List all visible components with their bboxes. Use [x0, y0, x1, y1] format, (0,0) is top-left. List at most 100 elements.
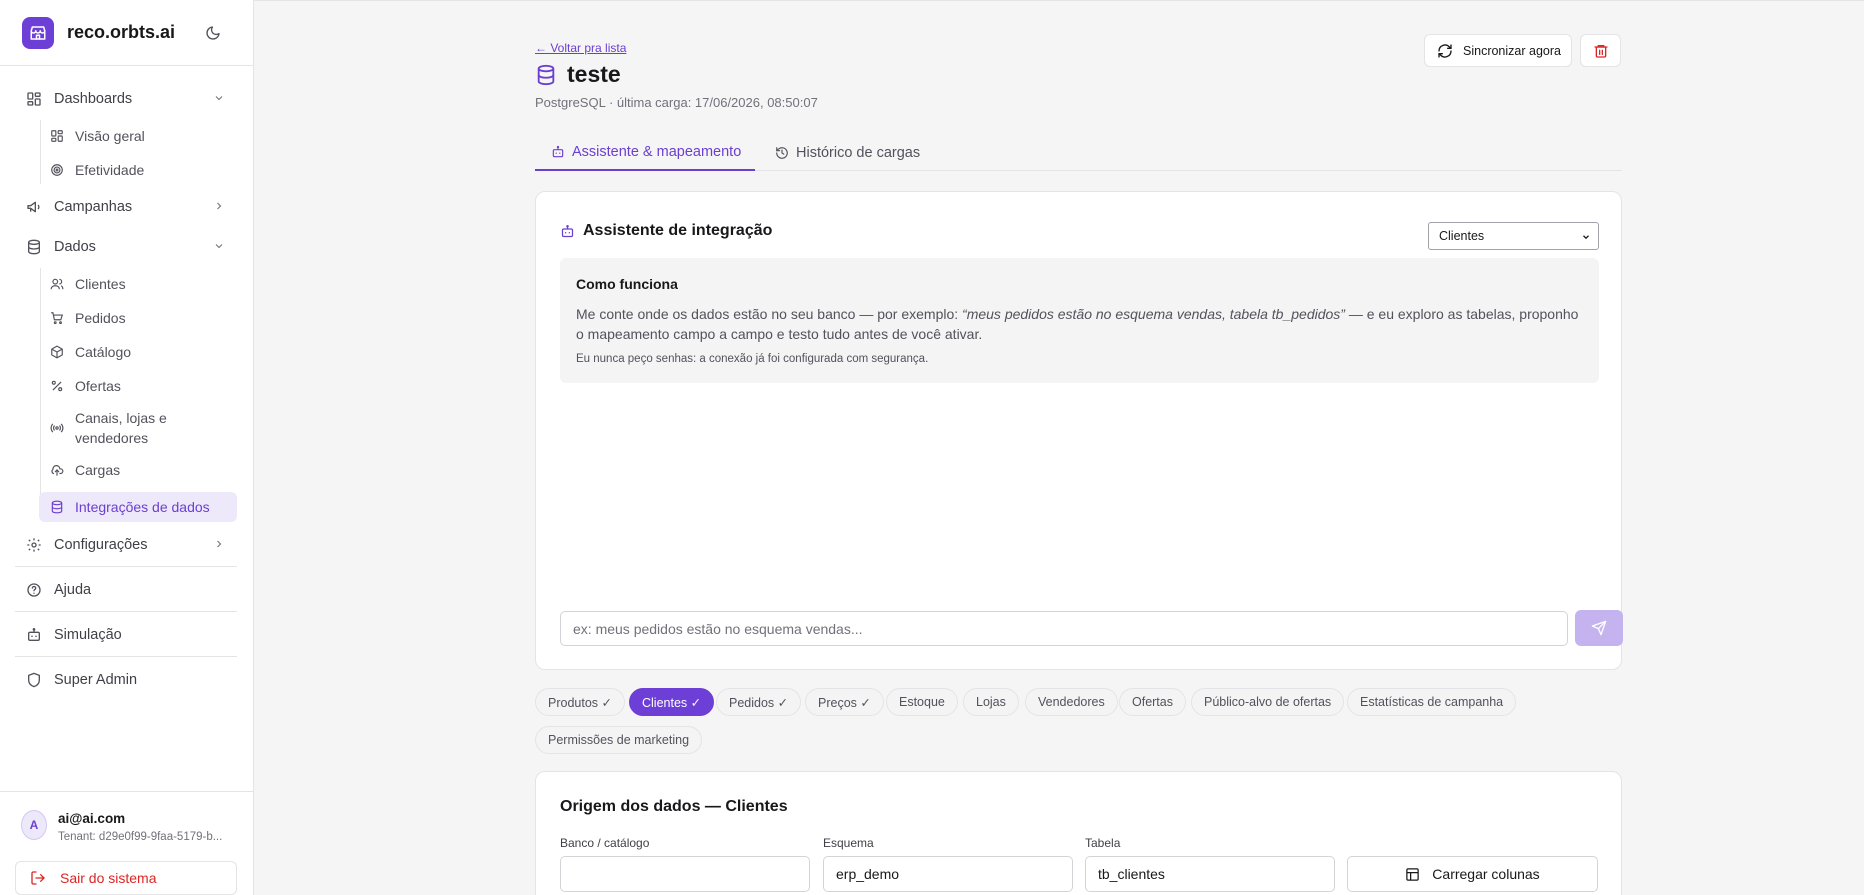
sidebar-item-canais[interactable]: Canais, lojas e vendedores	[39, 406, 237, 450]
info-box: Como funciona Me conte onde os dados est…	[560, 258, 1599, 383]
sidebar-item-label: Configurações	[54, 537, 148, 553]
assistant-header: Assistente de integração	[560, 222, 772, 240]
sidebar-item-label: Efetividade	[75, 162, 145, 178]
chevron-down-icon	[1581, 232, 1591, 242]
layout-grid-icon	[50, 129, 64, 143]
tab-bar: Assistente & mapeamento Histórico de car…	[535, 135, 1622, 171]
sidebar-item-label: Ajuda	[54, 582, 92, 598]
users-icon	[50, 277, 64, 291]
chevron-down-icon	[213, 240, 225, 252]
sidebar-item-label: Canais, lojas e vendedores	[75, 410, 167, 446]
sidebar-item-dados[interactable]: Dados	[15, 230, 237, 264]
brand-name: reco.orbts.ai	[67, 22, 176, 42]
sidebar-item-simulacao[interactable]: Simulação	[15, 618, 237, 652]
sidebar-item-ajuda[interactable]: Ajuda	[15, 573, 237, 607]
sidebar-item-label: Super Admin	[54, 672, 138, 688]
sidebar-item-dashboards[interactable]: Dashboards	[15, 82, 237, 116]
send-button[interactable]	[1575, 610, 1623, 646]
main-content: ← Voltar pra lista teste PostgreSQL · úl…	[254, 0, 1864, 895]
percent-icon	[50, 379, 64, 393]
sidebar-item-cargas[interactable]: Cargas	[39, 456, 237, 484]
radio-icon	[50, 421, 64, 435]
sidebar-item-label: Ofertas	[75, 378, 121, 394]
chip-vendedores[interactable]: Vendedores	[1025, 688, 1118, 716]
load-columns-button[interactable]: Carregar colunas	[1347, 856, 1598, 892]
entity-select[interactable]: Clientes	[1428, 222, 1599, 250]
esquema-input[interactable]: erp_demo	[823, 856, 1073, 892]
chevron-right-icon	[213, 538, 225, 550]
logout-button[interactable]: Sair do sistema	[15, 861, 237, 895]
chip-produtos[interactable]: Produtos ✓	[535, 688, 625, 716]
sidebar-item-label: Catálogo	[75, 344, 132, 360]
shield-icon	[26, 672, 42, 688]
log-out-icon	[30, 870, 46, 886]
user-panel: A ai@ai.com Tenant: d29e0f99-9faa-5179-b…	[0, 791, 254, 895]
sidebar-item-visao-geral[interactable]: Visão geral	[39, 122, 237, 150]
chat-input[interactable]: ex: meus pedidos estão no esquema vendas…	[560, 611, 1568, 646]
tab-label: Histórico de cargas	[796, 145, 921, 161]
info-note: Eu nunca peço senhas: a conexão já foi c…	[576, 353, 929, 365]
database-icon	[50, 500, 64, 514]
cloud-upload-icon	[50, 463, 64, 477]
chip-clientes[interactable]: Clientes ✓	[629, 688, 715, 716]
trash-icon	[1593, 43, 1609, 59]
sidebar-item-label: Dados	[54, 239, 96, 255]
store-icon[interactable]	[22, 16, 54, 49]
banco-input[interactable]	[560, 856, 810, 892]
sidebar-item-label: Pedidos	[75, 310, 126, 326]
sidebar-item-configuracoes[interactable]: Configurações	[15, 528, 237, 562]
sidebar-item-catalogo[interactable]: Catálogo	[39, 338, 237, 366]
sidebar-item-efetividade[interactable]: Efetividade	[39, 156, 237, 184]
sidebar-item-super-admin[interactable]: Super Admin	[15, 663, 237, 697]
sidebar: reco.orbts.ai Dashboards Visão geral Efe…	[0, 0, 254, 895]
sidebar-item-label: Dashboards	[54, 91, 133, 107]
tabela-input[interactable]: tb_clientes	[1085, 856, 1335, 892]
info-title: Como funciona	[576, 276, 678, 292]
top-border	[254, 0, 1864, 1]
field-label-tabela: Tabela	[1085, 836, 1121, 850]
chip-ofertas[interactable]: Ofertas	[1119, 688, 1186, 716]
tab-assistente[interactable]: Assistente & mapeamento	[535, 135, 755, 171]
avatar: A	[21, 810, 47, 840]
assistant-title: Assistente de integração	[583, 222, 773, 239]
chip-precos[interactable]: Preços ✓	[805, 688, 884, 716]
package-icon	[50, 345, 64, 359]
refresh-icon	[1437, 43, 1453, 59]
chip-pedidos[interactable]: Pedidos ✓	[716, 688, 802, 716]
bot-icon	[551, 145, 565, 159]
tab-label: Assistente & mapeamento	[572, 144, 742, 160]
layout-grid-icon	[26, 91, 42, 107]
help-circle-icon	[26, 582, 42, 598]
page-title: teste	[567, 61, 621, 87]
nav-divider	[15, 611, 237, 612]
delete-button[interactable]	[1580, 34, 1621, 67]
tab-historico[interactable]: Histórico de cargas	[775, 135, 920, 171]
origin-card: Origem dos dados — Clientes Banco / catá…	[535, 771, 1622, 895]
table-icon	[1405, 867, 1420, 882]
back-link[interactable]: ← Voltar pra lista	[535, 41, 626, 55]
info-text: Me conte onde os dados estão no seu banc…	[576, 304, 1586, 344]
chip-lojas[interactable]: Lojas	[963, 688, 1019, 716]
bot-icon	[26, 627, 42, 643]
sidebar-item-integracoes[interactable]: Integrações de dados	[39, 492, 237, 522]
assistant-card: Assistente de integração Clientes Como f…	[535, 191, 1623, 670]
gear-icon	[26, 537, 42, 553]
user-tenant: Tenant: d29e0f99-9faa-5179-b...	[58, 831, 223, 843]
chip-estoque[interactable]: Estoque	[886, 688, 958, 716]
info-example: “meus pedidos estão no esquema vendas, t…	[962, 306, 1345, 322]
moon-icon[interactable]	[205, 25, 221, 41]
nav-divider	[15, 656, 237, 657]
sidebar-item-pedidos[interactable]: Pedidos	[39, 304, 237, 332]
chip-permissoes[interactable]: Permissões de marketing	[535, 726, 703, 754]
shopping-cart-icon	[50, 311, 64, 325]
sidebar-item-ofertas[interactable]: Ofertas	[39, 372, 237, 400]
chip-estatisticas[interactable]: Estatísticas de campanha	[1347, 688, 1517, 716]
sidebar-item-campanhas[interactable]: Campanhas	[15, 190, 237, 224]
entity-select-value: Clientes	[1439, 229, 1485, 243]
sync-button[interactable]: Sincronizar agora	[1424, 34, 1572, 67]
chat-input-placeholder: ex: meus pedidos estão no esquema vendas…	[573, 620, 863, 637]
chip-publico-alvo[interactable]: Público-alvo de ofertas	[1191, 688, 1345, 716]
user-email: ai@ai.com	[58, 811, 126, 826]
sidebar-item-clientes[interactable]: Clientes	[39, 270, 237, 298]
sidebar-item-label: Simulação	[54, 627, 122, 643]
